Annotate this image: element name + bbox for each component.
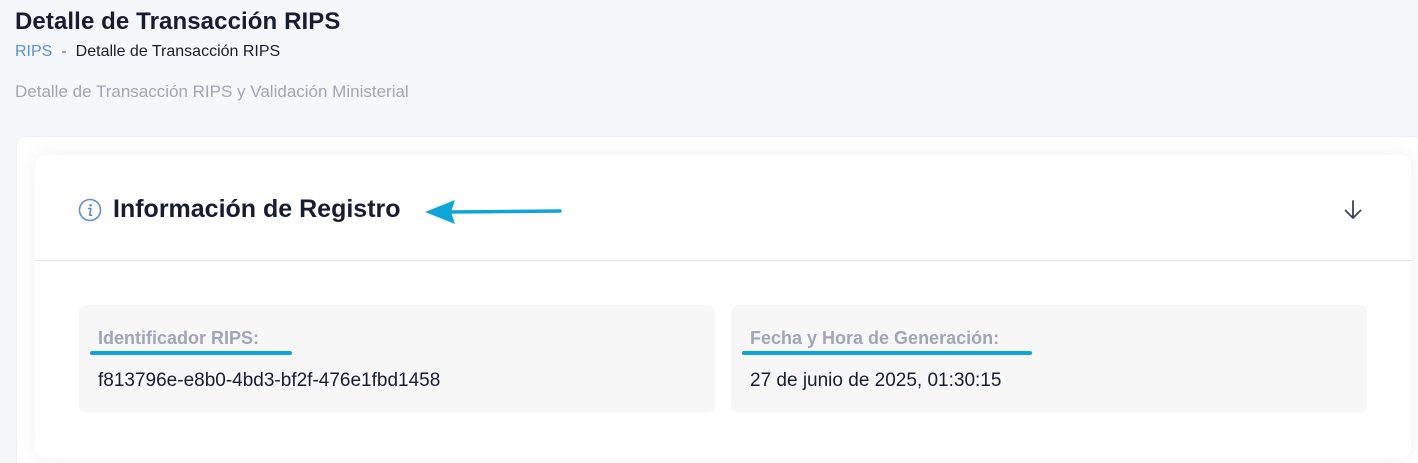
field-label-fecha: Fecha y Hora de Generación: — [750, 328, 1000, 348]
breadcrumb-separator: - — [61, 43, 67, 60]
field-value-fecha: 27 de junio de 2025, 01:30:15 — [750, 370, 1002, 391]
info-icon — [78, 198, 102, 222]
arrow-down-icon[interactable] — [1342, 198, 1364, 222]
page-title: Detalle de Transacción RIPS — [15, 8, 341, 35]
registro-card-header[interactable]: Información de Registro — [35, 155, 1411, 261]
breadcrumb: RIPS - Detalle de Transacción RIPS — [15, 43, 280, 61]
field-identificador-rips: Identificador RIPS: f813796e-e8b0-4bd3-b… — [79, 305, 715, 413]
field-label-identificador: Identificador RIPS: — [98, 328, 260, 348]
annotation-underline — [742, 351, 1032, 355]
field-value-identificador: f813796e-e8b0-4bd3-bf2f-476e1fbd1458 — [98, 370, 441, 391]
field-fecha-hora: Fecha y Hora de Generación: 27 de junio … — [731, 305, 1367, 413]
annotation-arrow-icon — [425, 200, 562, 224]
section-title: Información de Registro — [113, 195, 401, 223]
registro-card: Información de Registro Identificador RI… — [35, 155, 1411, 458]
breadcrumb-current: Detalle de Transacción RIPS — [75, 43, 281, 60]
page-subtitle: Detalle de Transacción RIPS y Validación… — [15, 82, 409, 101]
page: Detalle de Transacción RIPS RIPS - Detal… — [0, 0, 1418, 463]
breadcrumb-link-rips[interactable]: RIPS — [15, 43, 52, 61]
annotation-underline — [90, 351, 292, 355]
